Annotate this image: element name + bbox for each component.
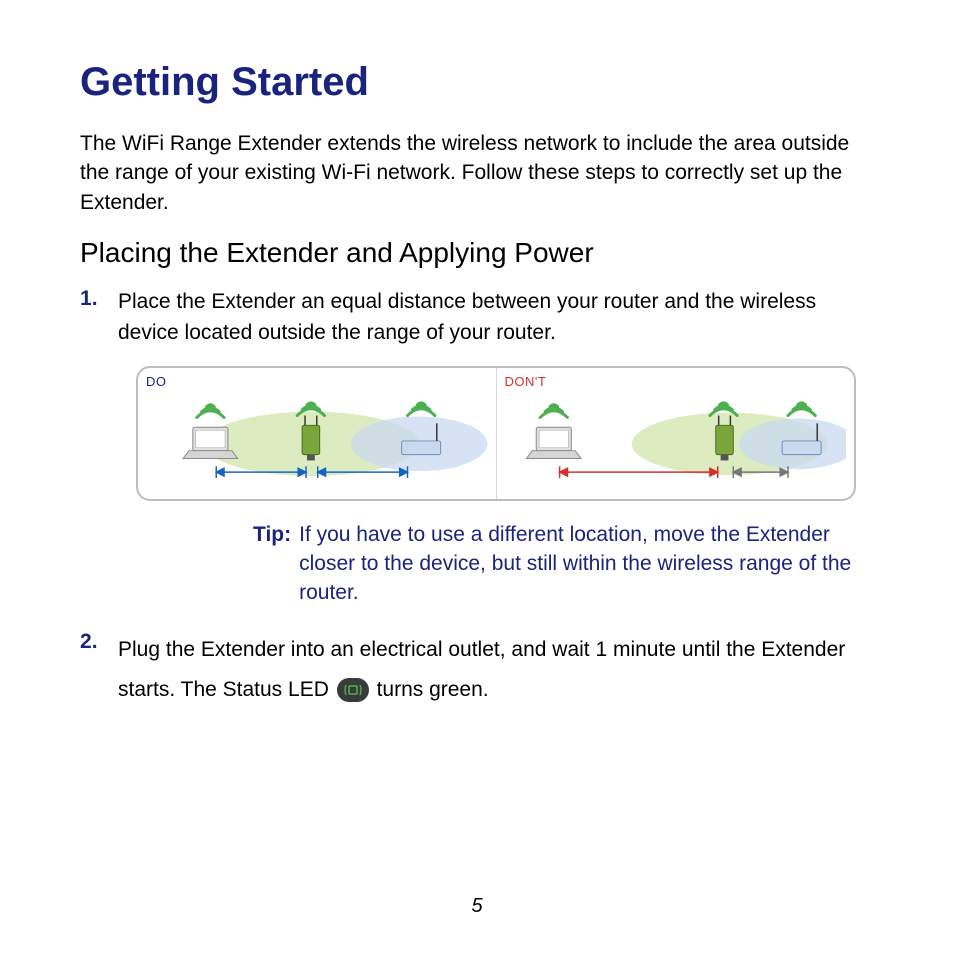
dont-illustration: [505, 389, 847, 487]
diagram-dont-panel: DON'T: [496, 368, 855, 499]
do-label: DO: [146, 374, 488, 389]
step-2-text-b: turns green.: [377, 678, 489, 701]
diagram-do-panel: DO: [138, 368, 496, 499]
placement-diagram: DO: [136, 366, 856, 501]
step-1: Place the Extender an equal distance bet…: [80, 287, 874, 608]
dont-label: DON'T: [505, 374, 847, 389]
section-heading: Placing the Extender and Applying Power: [80, 237, 874, 269]
do-illustration: [146, 389, 488, 487]
step-2-text: Plug the Extender into an electrical out…: [118, 630, 874, 710]
step-1-text: Place the Extender an equal distance bet…: [118, 287, 874, 348]
step-2: Plug the Extender into an electrical out…: [80, 630, 874, 710]
tip-label: Tip:: [253, 521, 291, 608]
tip-text: If you have to use a different location,…: [299, 521, 853, 608]
page-title: Getting Started: [80, 60, 874, 105]
laptop-icon: [526, 427, 581, 458]
page-number: 5: [0, 895, 954, 918]
status-led-icon: [337, 678, 369, 702]
intro-paragraph: The WiFi Range Extender extends the wire…: [80, 129, 874, 217]
steps-list: Place the Extender an equal distance bet…: [80, 287, 874, 710]
tip-block: Tip: If you have to use a different loca…: [253, 521, 853, 608]
